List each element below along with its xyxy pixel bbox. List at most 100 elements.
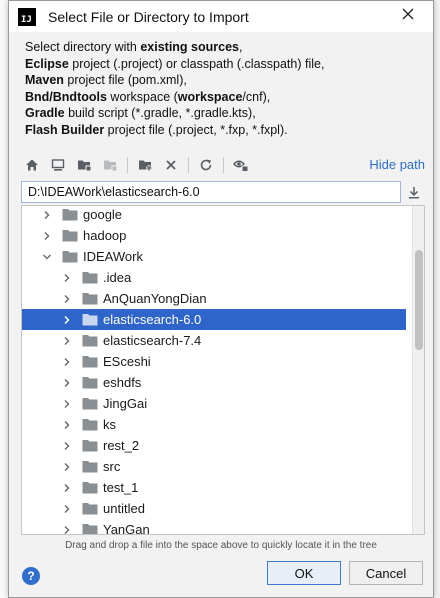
folder-icon xyxy=(82,418,98,431)
folder-icon xyxy=(62,208,78,221)
tree-row-label: google xyxy=(83,207,123,222)
description-line: Select directory with existing sources, xyxy=(25,40,243,54)
folder-icon xyxy=(82,292,98,305)
module-folder-icon[interactable] xyxy=(99,154,121,176)
home-icon[interactable] xyxy=(21,154,43,176)
tree-row[interactable]: YanGan xyxy=(22,519,406,535)
chevron-right-icon[interactable] xyxy=(60,502,74,516)
folder-icon xyxy=(82,439,98,452)
chevron-right-icon[interactable] xyxy=(60,334,74,348)
folder-icon xyxy=(62,229,78,242)
tree-row[interactable]: src xyxy=(22,456,406,477)
refresh-icon[interactable] xyxy=(195,154,217,176)
toolbar-separator xyxy=(188,157,189,173)
dialog-title: Select File or Directory to Import xyxy=(48,8,249,25)
toolbar-separator xyxy=(223,157,224,173)
chevron-right-icon[interactable] xyxy=(60,355,74,369)
tree-row-label: JingGai xyxy=(103,396,148,411)
chevron-right-icon[interactable] xyxy=(60,376,74,390)
tree-row[interactable]: eshdfs xyxy=(22,372,406,393)
tree-row-label: elasticsearch-6.0 xyxy=(103,312,202,327)
close-icon[interactable] xyxy=(399,7,417,25)
description-text: Select directory with existing sources, … xyxy=(25,39,425,138)
tree-row[interactable]: AnQuanYongDian xyxy=(22,288,406,309)
title-bar: IJ Select File or Directory to Import xyxy=(9,1,433,32)
tree-scrollbar[interactable] xyxy=(412,206,424,534)
folder-icon xyxy=(82,334,98,347)
folder-icon xyxy=(62,250,78,263)
tree-row[interactable]: JingGai xyxy=(22,393,406,414)
tree-row[interactable]: .idea xyxy=(22,267,406,288)
chevron-down-icon[interactable] xyxy=(40,250,54,264)
tree-row-label: AnQuanYongDian xyxy=(103,291,207,306)
chevron-right-icon[interactable] xyxy=(40,208,54,222)
folder-icon xyxy=(82,460,98,473)
tree-row[interactable]: google xyxy=(22,206,406,225)
chevron-right-icon[interactable] xyxy=(60,460,74,474)
tree-row[interactable]: untitled xyxy=(22,498,406,519)
chevron-right-icon[interactable] xyxy=(60,418,74,432)
tree-row[interactable]: elasticsearch-6.0 xyxy=(22,309,406,330)
desktop-icon[interactable] xyxy=(47,154,69,176)
description-line: Flash Builder project file (.project, *.… xyxy=(25,122,288,137)
dialog-footer: ? OK Cancel xyxy=(9,557,433,597)
tree-row-label: IDEAWork xyxy=(83,249,143,264)
new-folder-icon[interactable] xyxy=(134,154,156,176)
cancel-button[interactable]: Cancel xyxy=(349,561,423,585)
chevron-right-icon[interactable] xyxy=(60,313,74,327)
chevron-right-icon[interactable] xyxy=(60,439,74,453)
project-folder-icon[interactable] xyxy=(73,154,95,176)
chevron-right-icon[interactable] xyxy=(60,481,74,495)
description-line: Bnd/Bndtools workspace (workspace/cnf), xyxy=(25,89,271,104)
tree-row[interactable]: rest_2 xyxy=(22,435,406,456)
description-line: Maven project file (pom.xml), xyxy=(25,73,187,87)
tree-row-label: ks xyxy=(103,417,116,432)
path-input[interactable] xyxy=(21,181,401,203)
folder-icon xyxy=(82,313,98,326)
tree-row-label: test_1 xyxy=(103,480,139,495)
tree-row-label: rest_2 xyxy=(103,438,140,453)
folder-icon xyxy=(82,397,98,410)
tree-row-label: elasticsearch-7.4 xyxy=(103,333,202,348)
intellij-logo-icon: IJ xyxy=(18,7,36,26)
description-line: Eclipse project (.project) or classpath … xyxy=(25,56,325,71)
toolbar-separator xyxy=(127,157,128,173)
folder-icon xyxy=(82,355,98,368)
tree-row-label: src xyxy=(103,459,121,474)
path-bar xyxy=(21,181,425,203)
directory-tree[interactable]: google hadoop IDEAWork .idea AnQuanYongDian e… xyxy=(21,205,425,535)
import-dialog: IJ Select File or Directory to Import Se… xyxy=(8,0,434,598)
tree-row-label: YanGan xyxy=(103,522,150,535)
tree-row[interactable]: ESceshi xyxy=(22,351,406,372)
hide-path-link[interactable]: Hide path xyxy=(369,157,425,172)
tree-row-label: untitled xyxy=(103,501,145,516)
folder-icon xyxy=(82,502,98,515)
drag-drop-hint: Drag and drop a file into the space abov… xyxy=(65,540,377,551)
folder-icon xyxy=(82,523,98,534)
chevron-right-icon[interactable] xyxy=(40,229,54,243)
chevron-right-icon[interactable] xyxy=(60,271,74,285)
file-chooser-toolbar: Hide path xyxy=(21,153,425,177)
tree-row[interactable]: elasticsearch-7.4 xyxy=(22,330,406,351)
delete-icon[interactable] xyxy=(160,154,182,176)
tree-row-label: eshdfs xyxy=(103,375,142,390)
chevron-right-icon[interactable] xyxy=(60,523,74,535)
tree-row[interactable]: IDEAWork xyxy=(22,246,406,267)
description-line: Gradle build script (*.gradle, *.gradle.… xyxy=(25,106,256,120)
folder-icon xyxy=(82,271,98,284)
help-button[interactable]: ? xyxy=(22,567,40,585)
chevron-right-icon[interactable] xyxy=(60,397,74,411)
ok-button[interactable]: OK xyxy=(267,561,341,585)
download-icon[interactable] xyxy=(403,181,425,203)
tree-row-label: ESceshi xyxy=(103,354,151,369)
show-hidden-icon[interactable] xyxy=(230,154,252,176)
tree-scrollbar-thumb[interactable] xyxy=(415,250,423,350)
folder-icon xyxy=(82,481,98,494)
tree-row[interactable]: test_1 xyxy=(22,477,406,498)
chevron-right-icon[interactable] xyxy=(60,292,74,306)
tree-row[interactable]: ks xyxy=(22,414,406,435)
folder-icon xyxy=(82,376,98,389)
tree-row-label: .idea xyxy=(103,270,132,285)
tree-row-label: hadoop xyxy=(83,228,127,243)
tree-row[interactable]: hadoop xyxy=(22,225,406,246)
